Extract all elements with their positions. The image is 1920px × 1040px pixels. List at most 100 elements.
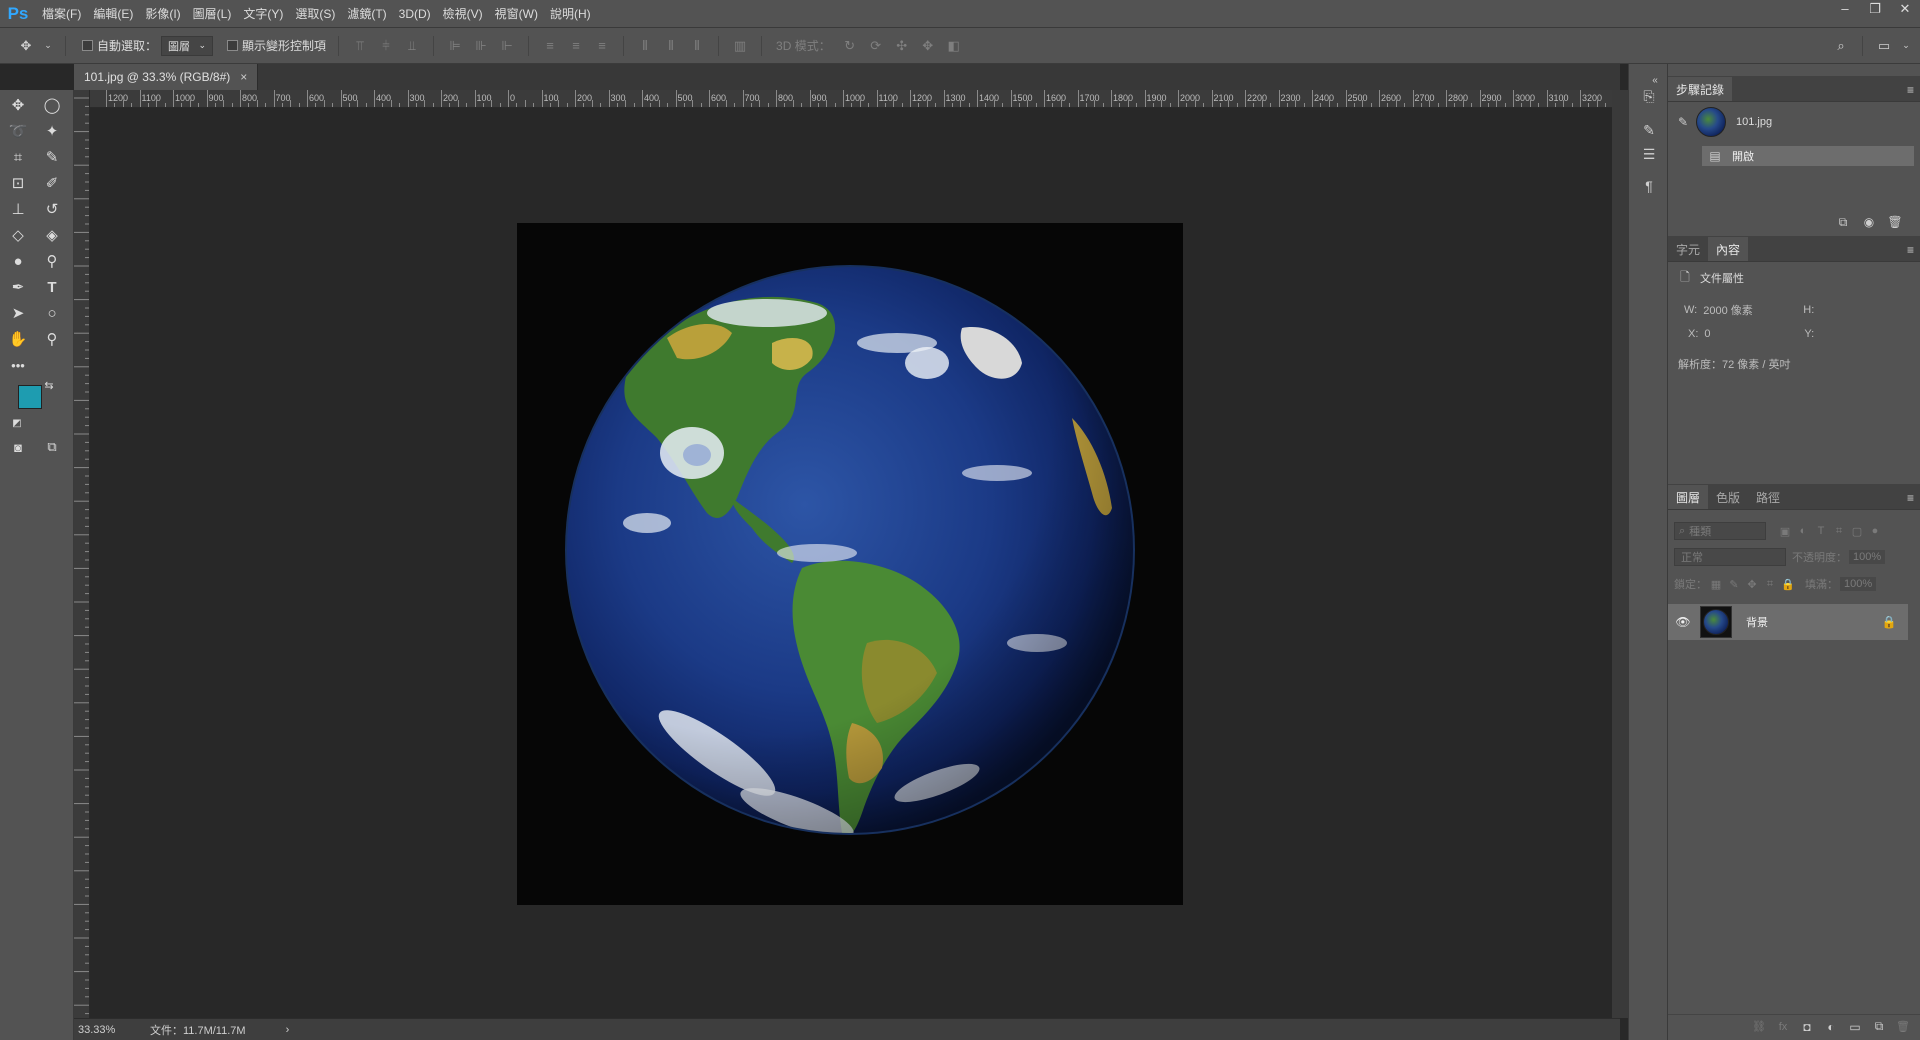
- default-colors-icon[interactable]: ◩: [10, 416, 24, 430]
- panel-menu-icon[interactable]: ≡: [1907, 243, 1914, 257]
- brush-panel-icon[interactable]: ✎: [1639, 120, 1659, 140]
- lock-transparent-icon[interactable]: ▦: [1707, 578, 1725, 591]
- distribute-right-icon[interactable]: ⦀: [689, 38, 705, 54]
- pen-tool-icon[interactable]: ✒: [6, 276, 30, 298]
- tab-character[interactable]: 字元: [1668, 237, 1708, 261]
- menu-item[interactable]: 視窗(W): [489, 0, 544, 28]
- tab-paths[interactable]: 路徑: [1748, 485, 1788, 509]
- lock-artboard-icon[interactable]: ⌗: [1761, 578, 1779, 591]
- document-tab[interactable]: 101.jpg @ 33.3% (RGB/8#) ×: [74, 64, 259, 90]
- quick-mask-icon[interactable]: ◙: [6, 436, 30, 458]
- menu-item[interactable]: 檔案(F): [36, 0, 87, 28]
- history-brush-tool-icon[interactable]: ↺: [40, 198, 64, 220]
- 3d-pan-icon[interactable]: ✣: [894, 38, 910, 54]
- new-layer-icon[interactable]: ⧉: [1870, 1019, 1888, 1034]
- filter-adjustment-icon[interactable]: ◐: [1794, 525, 1812, 537]
- marquee-tool-icon[interactable]: ◯: [40, 94, 64, 116]
- width-value[interactable]: 2000 像素: [1703, 302, 1793, 318]
- align-hcenter-icon[interactable]: ⊪: [473, 38, 489, 54]
- hand-tool-icon[interactable]: ✋: [6, 328, 30, 350]
- filter-smart-object-icon[interactable]: ▢: [1848, 525, 1866, 538]
- distribute-vcenter-icon[interactable]: ≡: [568, 38, 584, 54]
- align-right-icon[interactable]: ⊩: [499, 38, 515, 54]
- close-button[interactable]: ✕: [1890, 0, 1920, 18]
- frame-tool-icon[interactable]: ⊡: [6, 172, 30, 194]
- align-bottom-icon[interactable]: ⫫: [404, 38, 420, 54]
- history-brush-source-icon[interactable]: ✎: [1674, 115, 1692, 129]
- vertical-scrollbar[interactable]: [1612, 90, 1628, 1018]
- opacity-value[interactable]: 100%: [1849, 550, 1886, 564]
- move-tool-icon[interactable]: ✥: [6, 94, 30, 116]
- menu-item[interactable]: 影像(I): [139, 0, 186, 28]
- tab-layers[interactable]: 圖層: [1668, 485, 1709, 509]
- link-layers-icon[interactable]: ⛓: [1750, 1020, 1768, 1033]
- trash-icon[interactable]: 🗑: [1894, 1020, 1912, 1033]
- distribute-top-icon[interactable]: ≡: [542, 38, 558, 54]
- trash-icon[interactable]: 🗑: [1886, 215, 1904, 229]
- tab-properties[interactable]: 內容: [1708, 237, 1749, 261]
- layer-filter-dropdown[interactable]: ⌕ 種類: [1674, 522, 1766, 540]
- menu-item[interactable]: 選取(S): [289, 0, 341, 28]
- paragraph-panel-icon[interactable]: ¶: [1639, 176, 1659, 196]
- fill-value[interactable]: 100%: [1840, 577, 1877, 591]
- canvas-area[interactable]: [90, 108, 1612, 1018]
- history-panel-icon[interactable]: ⎘: [1639, 86, 1659, 106]
- new-group-icon[interactable]: ▭: [1846, 1020, 1864, 1034]
- 3d-scale-icon[interactable]: ◧: [946, 38, 962, 54]
- auto-select-dropdown[interactable]: 圖層 ⌄: [161, 35, 214, 56]
- menu-item[interactable]: 檢視(V): [437, 0, 489, 28]
- menu-item[interactable]: 文字(Y): [237, 0, 289, 28]
- eraser-tool-icon[interactable]: ◇: [6, 224, 30, 246]
- brush-tool-icon[interactable]: ✐: [40, 172, 64, 194]
- more-tools-icon[interactable]: •••: [6, 354, 30, 376]
- eye-icon[interactable]: 👁: [1674, 615, 1692, 629]
- align-left-icon[interactable]: ⊫: [447, 38, 463, 54]
- paint-bucket-tool-icon[interactable]: ◈: [40, 224, 64, 246]
- tab-history[interactable]: 步驟記錄: [1668, 77, 1733, 101]
- menu-item[interactable]: 說明(H): [544, 0, 597, 28]
- ellipse-tool-icon[interactable]: ○: [40, 302, 64, 324]
- panel-menu-icon[interactable]: ≡: [1907, 83, 1914, 97]
- magic-wand-tool-icon[interactable]: ✦: [40, 120, 64, 142]
- add-mask-icon[interactable]: ◘: [1798, 1020, 1816, 1034]
- swap-colors-icon[interactable]: ⇆: [42, 378, 56, 392]
- lasso-tool-icon[interactable]: ➰: [6, 120, 30, 142]
- adjustment-layer-icon[interactable]: ◐: [1822, 1020, 1840, 1034]
- move-tool-icon[interactable]: ✥: [18, 38, 34, 54]
- eyedropper-tool-icon[interactable]: ✎: [40, 146, 64, 168]
- status-menu-arrow[interactable]: ›: [286, 1024, 290, 1036]
- filter-toggle-icon[interactable]: ●: [1866, 525, 1884, 537]
- x-value[interactable]: 0: [1704, 328, 1794, 340]
- camera-icon[interactable]: ◉: [1860, 215, 1878, 229]
- align-vcenter-icon[interactable]: ⫩: [378, 38, 394, 54]
- zoom-level[interactable]: 33.33%: [78, 1024, 138, 1036]
- menu-item[interactable]: 3D(D): [393, 0, 437, 28]
- layer-name[interactable]: 背景: [1746, 614, 1880, 630]
- history-snapshot[interactable]: ✎ 101.jpg: [1668, 104, 1920, 140]
- search-icon[interactable]: ⌕: [1833, 38, 1849, 54]
- tab-channels[interactable]: 色版: [1708, 485, 1748, 509]
- workspace-icon[interactable]: ▭: [1876, 38, 1892, 54]
- show-transform-checkbox[interactable]: [227, 40, 239, 51]
- type-tool-icon[interactable]: T: [40, 276, 64, 298]
- blur-tool-icon[interactable]: ●: [6, 250, 30, 272]
- stamp-tool-icon[interactable]: ⊥: [6, 198, 30, 220]
- screen-mode-icon[interactable]: ⧉: [40, 436, 64, 458]
- chevron-down-icon[interactable]: ⌄: [44, 38, 52, 54]
- filter-type-icon[interactable]: T: [1812, 525, 1830, 537]
- menu-item[interactable]: 編輯(E): [87, 0, 139, 28]
- minimize-button[interactable]: –: [1830, 0, 1860, 18]
- 3d-roll-icon[interactable]: ⟳: [868, 38, 884, 54]
- new-document-from-state-icon[interactable]: ⧉: [1834, 215, 1852, 230]
- chevron-down-icon[interactable]: ⌄: [1902, 38, 1910, 54]
- menu-item[interactable]: 濾鏡(T): [341, 0, 392, 28]
- adjustments-panel-icon[interactable]: ☰: [1639, 144, 1659, 164]
- dodge-tool-icon[interactable]: ⚲: [40, 250, 64, 272]
- 3d-orbit-icon[interactable]: ↻: [842, 38, 858, 54]
- layer-style-icon[interactable]: fx: [1774, 1021, 1792, 1033]
- history-step[interactable]: ▤ 開啟: [1702, 146, 1914, 166]
- crop-tool-icon[interactable]: ⌗: [6, 146, 30, 168]
- lock-position-icon[interactable]: ✥: [1743, 578, 1761, 591]
- 3d-slide-icon[interactable]: ✥: [920, 38, 936, 54]
- layer-row[interactable]: 👁 背景 🔒: [1668, 604, 1908, 640]
